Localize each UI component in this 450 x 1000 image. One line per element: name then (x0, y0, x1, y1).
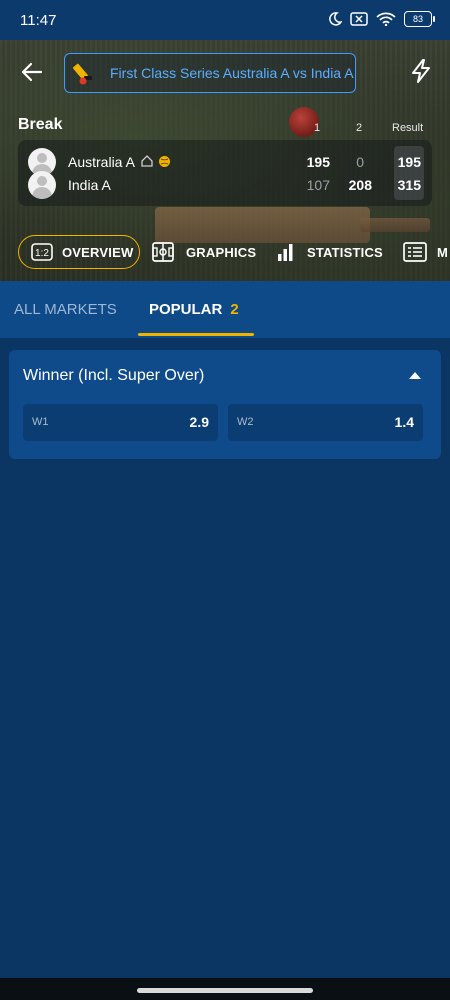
tab-label: OVERVIEW (62, 244, 134, 260)
market-card: Winner (Incl. Super Over) W1 2.9 W2 1.4 (9, 350, 441, 459)
list-icon (403, 242, 427, 262)
home-indicator[interactable] (137, 988, 313, 993)
home-icon (141, 155, 153, 167)
scoreboard: Australia A 195 0 195 India A 107 208 31… (18, 140, 432, 206)
chevron-up-icon[interactable] (409, 371, 421, 379)
batting-icon (159, 156, 170, 167)
market-title[interactable]: Winner (Incl. Super Over) (23, 367, 204, 385)
arrow-left-icon (21, 62, 43, 82)
tab-popular-count: 2 (230, 301, 239, 318)
no-sim-icon (350, 12, 368, 26)
tab-popular[interactable]: POPULAR 2 (149, 301, 239, 318)
tab-graphics[interactable]: GRAPHICS (152, 235, 256, 269)
odd-button-w2[interactable]: W2 1.4 (228, 404, 423, 441)
active-tab-indicator (138, 333, 254, 336)
svg-text:1:2: 1:2 (35, 248, 49, 259)
team-name: Australia A (68, 154, 135, 170)
score-icon: 1:2 (31, 243, 53, 261)
odd-value: 1.4 (394, 414, 414, 430)
quick-bet-button[interactable] (408, 58, 436, 86)
team-score-result: 315 (397, 177, 421, 193)
field-icon (152, 242, 174, 262)
team-score-innings-2: 0 (356, 154, 364, 170)
wifi-icon (376, 12, 396, 26)
battery-icon: 83 (404, 11, 435, 27)
cricket-icon (73, 63, 92, 85)
cricket-bat-handle-image (360, 218, 430, 232)
column-header-1: 1 (314, 122, 321, 134)
tab-overview[interactable]: 1:2 OVERVIEW (18, 235, 140, 269)
match-title-pill[interactable]: First Class Series Australia A vs India … (64, 53, 356, 93)
bar-chart-icon (278, 244, 293, 261)
dnd-moon-icon (329, 12, 342, 26)
tab-more[interactable]: M (403, 235, 448, 269)
team-score-innings-2: 208 (348, 177, 372, 193)
odd-value: 2.9 (189, 414, 209, 430)
odd-label: W2 (237, 416, 254, 428)
tab-label: M (437, 244, 449, 260)
tab-label: GRAPHICS (186, 244, 257, 260)
tab-statistics[interactable]: STATISTICS (277, 235, 383, 269)
match-nav-tabs: 1:2 OVERVIEW GRAPHICS STATISTICS M (0, 233, 450, 273)
column-header-2: 2 (356, 122, 363, 134)
status-bar: 11:47 83 (0, 0, 450, 40)
odd-label: W1 (32, 416, 49, 428)
match-header: First Class Series Australia A vs India … (0, 40, 450, 281)
match-title: First Class Series Australia A vs India … (110, 65, 354, 81)
tab-popular-label: POPULAR (149, 301, 223, 318)
team-avatar (28, 171, 56, 199)
market-tabs: ALL MARKETS POPULAR 2 (0, 281, 450, 338)
tab-label: STATISTICS (307, 244, 383, 260)
lightning-icon (412, 59, 430, 83)
status-time: 11:47 (20, 12, 57, 29)
tab-all-markets[interactable]: ALL MARKETS (14, 301, 117, 318)
back-button[interactable] (18, 58, 46, 86)
column-header-result: Result (392, 122, 424, 134)
team-score-result: 195 (397, 154, 421, 170)
odd-button-w1[interactable]: W1 2.9 (23, 404, 218, 441)
team-score-innings-1: 107 (306, 177, 330, 193)
team-name: India A (68, 177, 111, 193)
match-state: Break (18, 116, 63, 133)
status-icons: 83 (328, 11, 435, 27)
